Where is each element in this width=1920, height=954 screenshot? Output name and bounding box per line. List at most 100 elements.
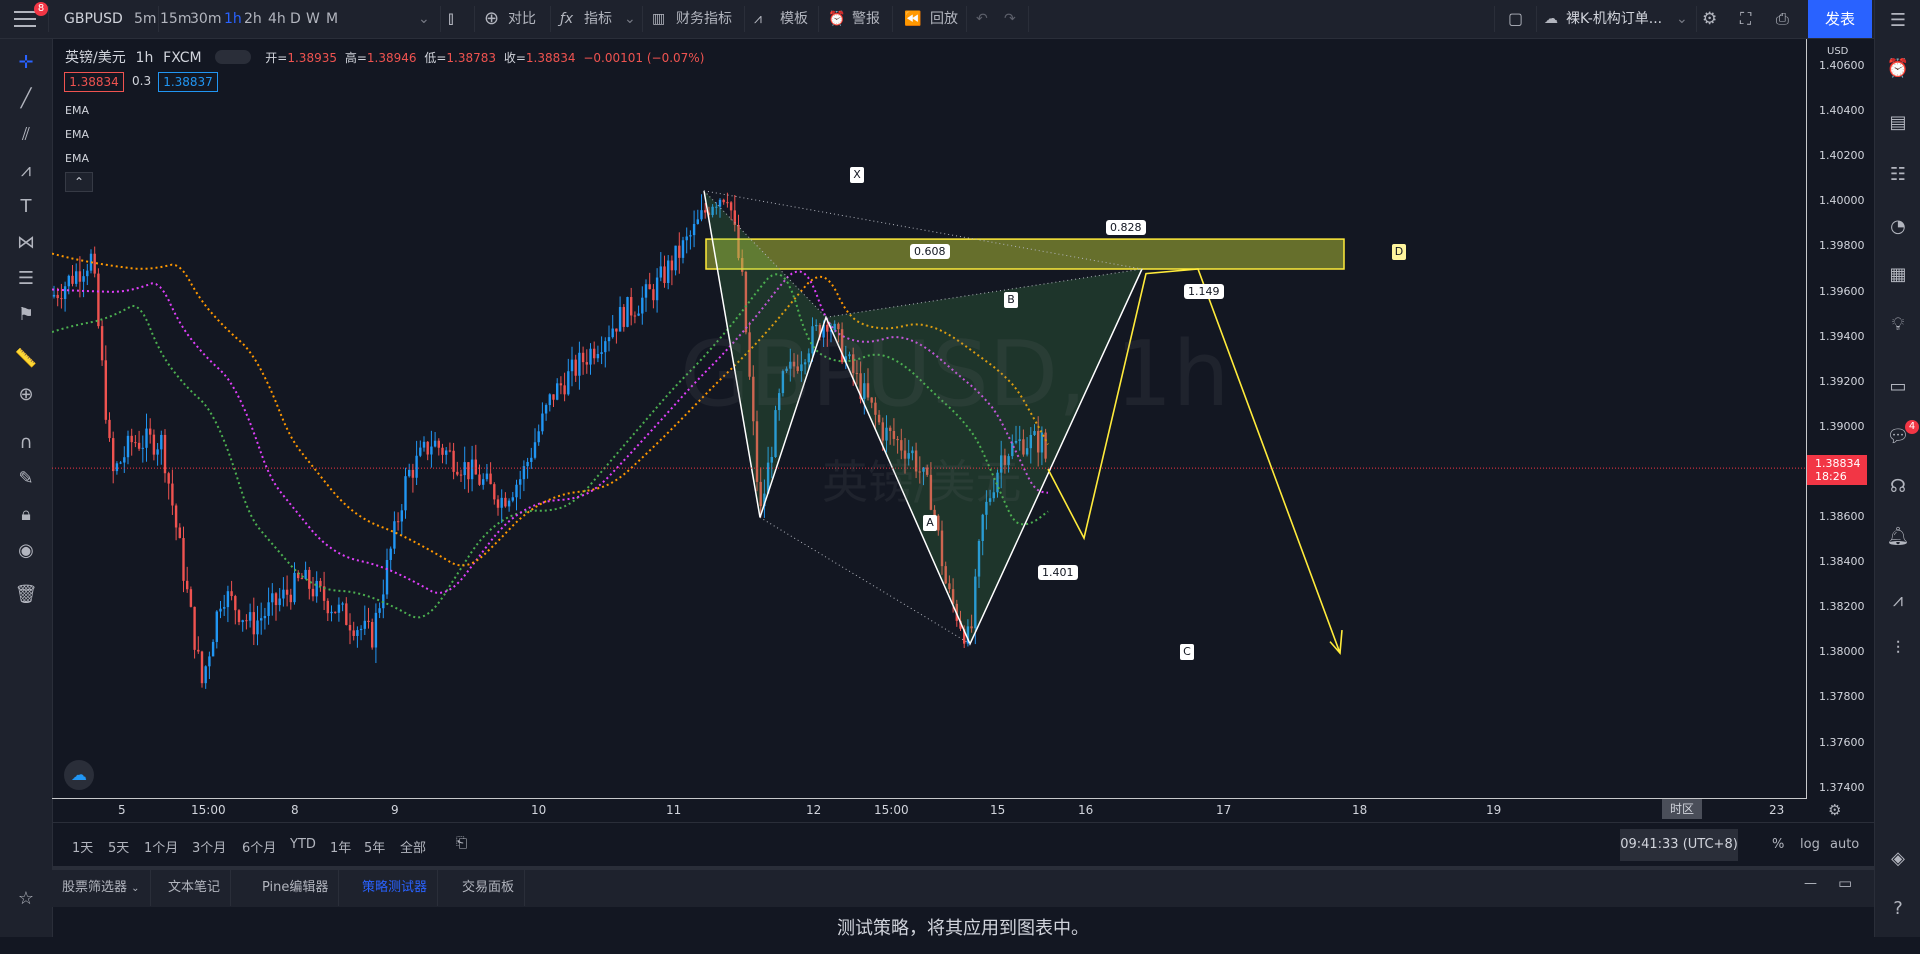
interval-M[interactable]: M — [326, 0, 338, 38]
indicator-ema-1[interactable]: EMA — [65, 104, 89, 117]
chevron-down-icon[interactable]: ⌄ — [418, 0, 430, 38]
ruler-icon[interactable]: 📏 — [12, 345, 40, 373]
eye-icon[interactable]: ◉ — [12, 537, 40, 565]
fullscreen-icon[interactable]: ⛶ — [1740, 0, 1751, 38]
star-icon[interactable]: ☆ — [12, 885, 40, 913]
speedometer-icon[interactable]: ◔ — [1885, 214, 1911, 240]
layout-icon[interactable]: ▢ — [1508, 0, 1523, 38]
interval-5m[interactable]: 5m — [134, 0, 157, 38]
range-6[interactable]: 1年 — [330, 837, 351, 856]
pattern-icon[interactable]: ⩘ — [12, 157, 40, 185]
tab-text-notes[interactable]: 文本笔记 — [158, 870, 232, 906]
text-icon[interactable]: T — [12, 193, 40, 221]
rewind-icon[interactable]: ⏪ — [904, 0, 921, 38]
interval-1h[interactable]: 1h — [224, 0, 242, 38]
help-icon[interactable]: ? — [1885, 896, 1911, 922]
templates-button[interactable]: 模板 — [780, 0, 808, 38]
fx-icon[interactable]: ƒx — [560, 0, 573, 38]
alert-button[interactable]: 警报 — [852, 0, 880, 38]
flag-icon[interactable]: ⚑ — [12, 301, 40, 329]
pitchfork-icon[interactable]: ⫽ — [12, 121, 40, 149]
interval-D[interactable]: D — [290, 0, 301, 38]
alarm-clock-icon[interactable]: ⏰ — [828, 0, 845, 38]
replay-button[interactable]: 回放 — [930, 0, 958, 38]
settings-gear-icon[interactable]: ⚙ — [1828, 801, 1841, 819]
interval-15m[interactable]: 15m — [160, 0, 191, 38]
interval-2h[interactable]: 2h — [244, 0, 262, 38]
time-axis[interactable]: 5 15:00 8 9 10 11 12 15:00 15 16 17 18 19 23 时区 ⚙ — [52, 798, 1841, 823]
price-axis[interactable]: USD 1.40600 1.40400 1.40200 1.40000 1.39800 1… — [1806, 39, 1875, 799]
chevron-down-icon[interactable]: ⌄ — [624, 0, 636, 38]
buy-button[interactable]: 1.38837 — [158, 72, 218, 92]
tradingview-logo-icon[interactable]: ☁ — [64, 760, 94, 790]
tab-strategy-tester[interactable]: 策略测试器 — [352, 870, 439, 906]
symbol-search[interactable]: GBPUSD — [64, 0, 123, 38]
trash-icon[interactable]: 🗑︎ — [12, 581, 40, 609]
maximize-icon[interactable]: ▭ — [1838, 874, 1852, 892]
timezone-button[interactable]: 时区 — [1662, 799, 1702, 819]
indicator-ema-3[interactable]: EMA — [65, 152, 89, 165]
camera-icon[interactable]: ⎙ — [1776, 0, 1789, 38]
percent-toggle[interactable]: % — [1772, 837, 1784, 852]
calendar-icon[interactable]: ▦ — [1885, 262, 1911, 288]
publish-button[interactable]: 发表 — [1808, 0, 1872, 38]
tab-screener[interactable]: 股票筛选器 ⌄ — [52, 870, 151, 906]
layers-icon[interactable]: ◈ — [1885, 846, 1911, 872]
range-4[interactable]: 6个月 — [242, 837, 276, 856]
range-3[interactable]: 3个月 — [192, 837, 226, 856]
log-toggle[interactable]: log — [1800, 837, 1820, 852]
unknown-tool-icon[interactable]: ⫶ — [1885, 636, 1911, 662]
range-0[interactable]: 1天 — [72, 837, 93, 856]
range-7[interactable]: 5年 — [364, 837, 385, 856]
range-5[interactable]: YTD — [290, 837, 316, 852]
price-tick: 1.39200 — [1819, 374, 1865, 388]
news-icon[interactable]: ▤ — [1885, 110, 1911, 136]
signal-icon[interactable]: ⩘ — [1885, 588, 1911, 614]
layout-name[interactable]: 裸K-机构订单... — [1566, 0, 1662, 38]
bell-icon[interactable]: 🔔︎ — [1885, 524, 1911, 550]
lightbulb-icon[interactable]: 💡︎ — [1885, 312, 1911, 338]
auto-toggle[interactable]: auto — [1830, 837, 1859, 852]
indicator-ema-2[interactable]: EMA — [65, 128, 89, 141]
lock-icon[interactable]: 🔒︎ — [12, 501, 40, 529]
watchlist-icon[interactable]: ☰ — [1885, 8, 1911, 34]
plus-circle-icon[interactable]: ⊕ — [484, 0, 499, 38]
tab-trading-panel[interactable]: 交易面板 — [452, 870, 526, 906]
bar-chart-icon[interactable]: ▥ — [652, 0, 665, 38]
crosshair-icon[interactable]: ✛ — [12, 49, 40, 77]
candles-icon[interactable]: ⫾ — [448, 0, 454, 38]
minimize-icon[interactable]: — — [1804, 876, 1817, 891]
market-status-toggle[interactable] — [215, 50, 252, 64]
financials-button[interactable]: 财务指标 — [676, 0, 732, 38]
date-range-icon[interactable]: ⎗ — [456, 835, 467, 851]
interval-W[interactable]: W — [306, 0, 320, 38]
collapse-legend-button[interactable]: ⌃ — [65, 172, 93, 192]
xabcd-icon[interactable]: ⋈ — [12, 229, 40, 257]
clock[interactable]: 09:41:33 (UTC+8) — [1620, 829, 1738, 861]
menu-icon[interactable] — [14, 11, 36, 27]
chevron-down-icon[interactable]: ⌄ — [1676, 0, 1688, 38]
compare-button[interactable]: 对比 — [508, 0, 536, 38]
range-1[interactable]: 5天 — [108, 837, 129, 856]
pencil-lock-icon[interactable]: ✎ — [12, 465, 40, 493]
support-icon[interactable]: ☊ — [1885, 474, 1911, 500]
range-2[interactable]: 1个月 — [144, 837, 178, 856]
indicators-button[interactable]: 指标 — [584, 0, 612, 38]
tab-pine-editor[interactable]: Pine编辑器 — [252, 870, 340, 906]
template-icon[interactable]: ⩘ — [754, 0, 762, 38]
interval-30m[interactable]: 30m — [190, 0, 221, 38]
alarm-icon[interactable]: ⏰ — [1885, 56, 1911, 82]
sell-button[interactable]: 1.38834 — [64, 72, 124, 92]
range-8[interactable]: 全部 — [400, 837, 426, 856]
redo-icon[interactable]: ↷ — [1004, 0, 1016, 38]
undo-icon[interactable]: ↶ — [976, 0, 988, 38]
chat-icon[interactable]: ▭ — [1885, 374, 1911, 400]
gear-icon[interactable]: ⚙ — [1702, 0, 1717, 38]
calendar-list-icon[interactable]: ☷ — [1885, 162, 1911, 188]
prediction-icon[interactable]: ☰ — [12, 265, 40, 293]
trend-line-icon[interactable]: ╱ — [12, 85, 40, 113]
legend-title[interactable]: 英镑/美元 — [65, 50, 126, 66]
zoom-in-icon[interactable]: ⊕ — [12, 381, 40, 409]
interval-4h[interactable]: 4h — [268, 0, 286, 38]
magnet-icon[interactable]: ∩ — [12, 429, 40, 457]
